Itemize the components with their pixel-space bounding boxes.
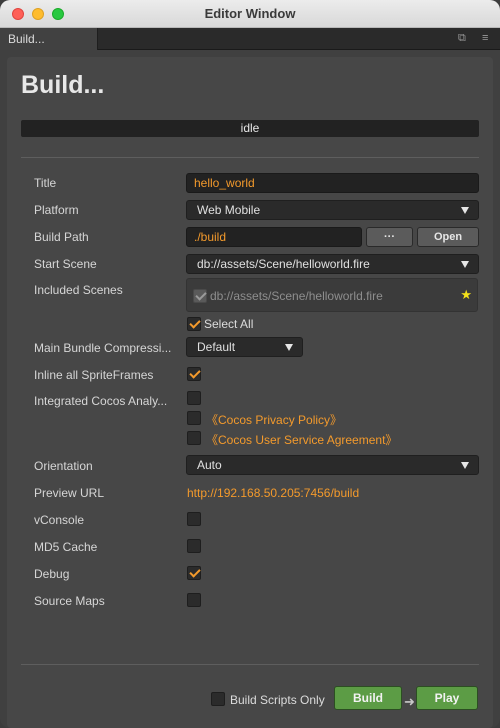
top-divider xyxy=(21,157,479,158)
chevron-down-icon xyxy=(461,261,469,268)
inline-sprite-frames-checkbox[interactable] xyxy=(187,367,201,381)
star-icon: ★ xyxy=(460,287,472,302)
start-scene-select[interactable]: db://assets/Scene/helloworld.fire xyxy=(186,254,479,274)
chevron-down-icon xyxy=(285,344,293,351)
user-agreement-link[interactable]: 《Cocos User Service Agreement》 xyxy=(206,431,397,448)
vconsole-label: vConsole xyxy=(34,513,85,527)
chevron-down-icon xyxy=(461,462,469,469)
chevron-down-icon xyxy=(461,207,469,214)
tab-build[interactable]: Build... xyxy=(0,28,98,50)
vconsole-checkbox[interactable] xyxy=(187,512,201,526)
select-all-label: Select All xyxy=(204,317,254,331)
arrow-right-icon: ➜ xyxy=(404,694,415,709)
build-path-input[interactable]: ./build xyxy=(186,227,362,247)
select-all-checkbox[interactable] xyxy=(187,317,201,331)
privacy-policy-link[interactable]: 《Cocos Privacy Policy》 xyxy=(206,411,342,428)
included-scenes-list: db://assets/Scene/helloworld.fire ★ xyxy=(186,278,478,312)
compression-value: Default xyxy=(197,340,236,354)
title-input[interactable]: hello_world xyxy=(186,173,479,193)
editor-window: Editor Window Build... ⧉ ≡ Build... idle… xyxy=(0,0,500,728)
orientation-value: Auto xyxy=(197,458,222,472)
build-scripts-only-label: Build Scripts Only xyxy=(230,693,325,707)
compression-select[interactable]: Default xyxy=(186,337,303,357)
bottom-divider xyxy=(21,664,479,665)
preview-url-label: Preview URL xyxy=(34,486,105,500)
orientation-label: Orientation xyxy=(34,459,93,473)
title-bar: Editor Window xyxy=(0,0,500,28)
platform-value: Web Mobile xyxy=(197,203,261,217)
source-maps-label: Source Maps xyxy=(34,594,105,608)
md5-cache-label: MD5 Cache xyxy=(34,540,98,554)
page-title: Build... xyxy=(21,71,105,99)
integrated-analytics-label: Integrated Cocos Analy... xyxy=(34,394,168,408)
debug-label: Debug xyxy=(34,567,70,581)
preview-url-link[interactable]: http://192.168.50.205:7456/build xyxy=(187,486,359,500)
platform-select[interactable]: Web Mobile xyxy=(186,200,479,220)
scene-item: db://assets/Scene/helloworld.fire xyxy=(210,289,383,303)
integrated-analytics-checkbox[interactable] xyxy=(187,391,201,405)
user-agreement-checkbox[interactable] xyxy=(187,431,201,445)
window-title: Editor Window xyxy=(204,6,296,21)
browse-button[interactable]: ··· xyxy=(366,227,413,247)
source-maps-checkbox[interactable] xyxy=(187,593,201,607)
menu-icon[interactable]: ≡ xyxy=(482,33,493,44)
tab-bar: Build... ⧉ ≡ xyxy=(0,28,500,50)
md5-cache-checkbox[interactable] xyxy=(187,539,201,553)
open-button[interactable]: Open xyxy=(417,227,479,247)
debug-checkbox[interactable] xyxy=(187,566,201,580)
build-status-bar: idle xyxy=(21,120,479,137)
platform-label: Platform xyxy=(34,203,79,217)
inline-sprite-frames-label: Inline all SpriteFrames xyxy=(34,368,154,382)
build-panel: Build... idle Title hello_world Platform… xyxy=(7,57,493,728)
main-bundle-compression-label: Main Bundle Compressi... xyxy=(34,341,172,355)
orientation-select[interactable]: Auto xyxy=(186,455,479,475)
included-scenes-label: Included Scenes xyxy=(34,283,123,297)
build-scripts-only-checkbox[interactable] xyxy=(211,692,225,706)
start-scene-label: Start Scene xyxy=(34,257,97,271)
privacy-policy-checkbox[interactable] xyxy=(187,411,201,425)
start-scene-value: db://assets/Scene/helloworld.fire xyxy=(197,257,370,271)
popout-icon[interactable]: ⧉ xyxy=(458,33,469,44)
build-button[interactable]: Build xyxy=(334,686,402,710)
play-button[interactable]: Play xyxy=(416,686,478,710)
title-label: Title xyxy=(34,176,57,190)
build-path-label: Build Path xyxy=(34,230,89,244)
scene-checkbox xyxy=(193,289,207,303)
